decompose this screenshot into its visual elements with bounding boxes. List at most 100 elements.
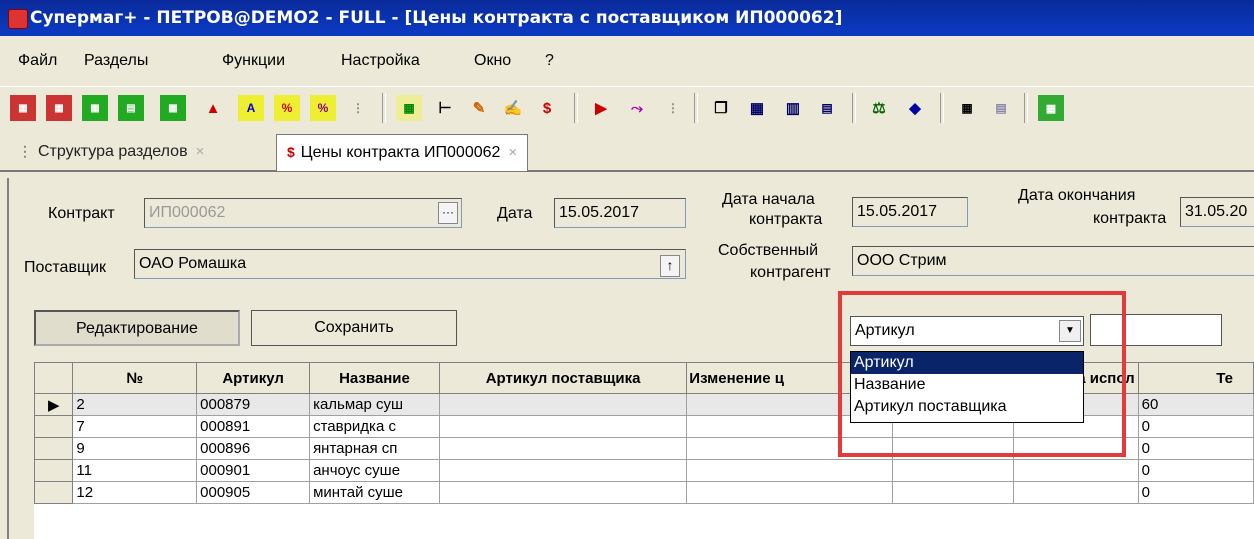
- column-header[interactable]: Те: [1137, 362, 1254, 394]
- toolbar-icon-22[interactable]: ▦: [954, 95, 980, 121]
- start-date-label: Дата начала: [722, 191, 815, 208]
- cell[interactable]: [1012, 437, 1139, 460]
- own-counterparty-label: Собственный: [718, 242, 819, 259]
- date-field[interactable]: 15.05.2017: [554, 198, 686, 228]
- cell-supplier-article[interactable]: [438, 437, 688, 460]
- cell-article[interactable]: 000891: [196, 415, 311, 438]
- close-icon[interactable]: ×: [196, 143, 205, 160]
- cell[interactable]: [891, 459, 1014, 482]
- cell-supplier-article[interactable]: [438, 481, 688, 504]
- toolbar-icon-10[interactable]: ▦: [396, 95, 422, 121]
- toolbar-icon-3[interactable]: ▦: [82, 95, 108, 121]
- dropdown-option-supplier-article[interactable]: Артикул поставщика: [851, 396, 1083, 418]
- save-button[interactable]: Сохранить: [251, 310, 457, 346]
- cell-article[interactable]: 000896: [196, 437, 311, 460]
- menu-settings[interactable]: Настройка: [341, 52, 420, 70]
- eraser-icon[interactable]: ◆: [902, 95, 928, 121]
- cell[interactable]: [891, 481, 1014, 504]
- price-table-icon: $: [287, 144, 295, 160]
- supplier-field[interactable]: ОАО Ромашка: [134, 249, 686, 279]
- table-row[interactable]: 11 000901 анчоус суше 0: [33, 459, 1254, 482]
- menu-window[interactable]: Окно: [474, 52, 511, 70]
- table-row[interactable]: 12 000905 минтай суше 0: [33, 481, 1254, 504]
- search-input[interactable]: [1090, 314, 1222, 346]
- toolbar-icon-12[interactable]: ✎: [466, 95, 492, 121]
- lookup-button[interactable]: ↑: [660, 255, 680, 277]
- cell[interactable]: 0: [1137, 437, 1254, 460]
- menu-help[interactable]: ?: [545, 52, 554, 70]
- table-icon[interactable]: ▤: [814, 95, 840, 121]
- table-row[interactable]: 9 000896 янтарная сп 0: [33, 437, 1254, 460]
- toolbar-icon-13[interactable]: ✍: [500, 95, 526, 121]
- table-icon[interactable]: ▥: [780, 95, 806, 121]
- cell-change[interactable]: [686, 459, 893, 482]
- cell-name[interactable]: кальмар суш: [309, 393, 440, 416]
- cell[interactable]: 0: [1137, 415, 1254, 438]
- row-indicator-header: [33, 362, 74, 394]
- column-header[interactable]: Название: [309, 362, 440, 394]
- toolbar-icon-23[interactable]: ▤: [988, 95, 1014, 121]
- toolbar-icon-9[interactable]: %: [310, 95, 336, 121]
- cell-name[interactable]: янтарная сп: [309, 437, 440, 460]
- column-header[interactable]: Артикул поставщика: [438, 362, 688, 394]
- cell-change[interactable]: [686, 437, 893, 460]
- toolbar-icon-7[interactable]: A: [238, 95, 264, 121]
- ellipsis-button[interactable]: ···: [438, 202, 458, 224]
- cell-no[interactable]: 7: [72, 415, 198, 438]
- tab-contract-prices[interactable]: $ Цены контракта ИП000062 ×: [276, 134, 529, 171]
- cell[interactable]: [891, 437, 1014, 460]
- toolbar-icon-8[interactable]: %: [274, 95, 300, 121]
- cell-article[interactable]: 000879: [196, 393, 311, 416]
- toolbar-icon-11[interactable]: ⊢: [432, 95, 458, 121]
- toolbar-icon-15[interactable]: ⤳: [624, 95, 650, 121]
- column-header[interactable]: Артикул: [196, 362, 311, 394]
- tree-icon[interactable]: ⋮: [345, 95, 371, 121]
- dropdown-option-name[interactable]: Название: [851, 374, 1083, 396]
- contract-label: Контракт: [48, 205, 115, 222]
- cell[interactable]: 0: [1137, 459, 1254, 482]
- cell-article[interactable]: 000901: [196, 459, 311, 482]
- own-counterparty-field[interactable]: ООО Стрим: [852, 246, 1254, 276]
- cell-change[interactable]: [686, 481, 893, 504]
- toolbar-icon-5[interactable]: ▦: [160, 95, 186, 121]
- cell-supplier-article[interactable]: [438, 393, 688, 416]
- end-date-field[interactable]: 31.05.20: [1180, 197, 1254, 227]
- tab-structure[interactable]: ⋮ Структура разделов ×: [8, 134, 214, 168]
- cell-name[interactable]: ставридка с: [309, 415, 440, 438]
- toolbar-icon-1[interactable]: ▦: [10, 95, 36, 121]
- cell-article[interactable]: 000905: [196, 481, 311, 504]
- cell-no[interactable]: 2: [72, 393, 198, 416]
- close-icon[interactable]: ×: [508, 144, 517, 161]
- contract-field[interactable]: ИП000062: [144, 198, 462, 228]
- cell-name[interactable]: минтай суше: [309, 481, 440, 504]
- cell-name[interactable]: анчоус суше: [309, 459, 440, 482]
- toolbar-icon-4[interactable]: ▤: [118, 95, 144, 121]
- menu-functions[interactable]: Функции: [222, 52, 285, 70]
- cell-no[interactable]: 11: [72, 459, 198, 482]
- scales-icon[interactable]: ⚖: [866, 95, 892, 121]
- start-date-field[interactable]: 15.05.2017: [852, 197, 968, 227]
- cell[interactable]: 60: [1137, 393, 1254, 416]
- chevron-down-icon[interactable]: ▼: [1059, 320, 1081, 342]
- toolbar-icon-24[interactable]: ▦: [1038, 95, 1064, 121]
- column-header[interactable]: №: [72, 362, 198, 394]
- cell[interactable]: 0: [1137, 481, 1254, 504]
- edit-button[interactable]: Редактирование: [34, 310, 240, 346]
- cell-supplier-article[interactable]: [438, 459, 688, 482]
- truck-icon[interactable]: ▶: [588, 95, 614, 121]
- cell[interactable]: [1012, 481, 1139, 504]
- cell[interactable]: [1012, 459, 1139, 482]
- menu-sections[interactable]: Разделы: [84, 52, 148, 70]
- search-field-select[interactable]: Артикул ▼: [850, 316, 1084, 346]
- tree-icon[interactable]: ⋮: [660, 95, 686, 121]
- dollar-icon[interactable]: $: [534, 95, 560, 121]
- cell-supplier-article[interactable]: [438, 415, 688, 438]
- cell-no[interactable]: 12: [72, 481, 198, 504]
- table-icon[interactable]: ▦: [744, 95, 770, 121]
- copy-icon[interactable]: ❐: [708, 95, 734, 121]
- triangle-icon[interactable]: ▲: [200, 95, 226, 121]
- cell-no[interactable]: 9: [72, 437, 198, 460]
- toolbar-icon-2[interactable]: ▦: [46, 95, 72, 121]
- dropdown-option-article[interactable]: Артикул: [851, 352, 1083, 374]
- menu-file[interactable]: Файл: [18, 52, 57, 70]
